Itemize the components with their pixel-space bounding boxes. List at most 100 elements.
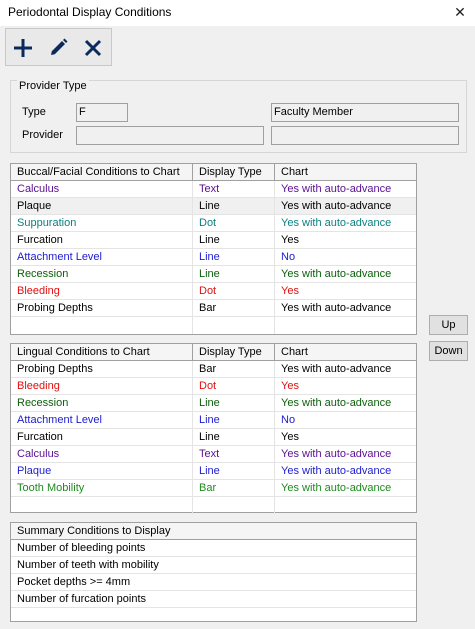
chart-cell: Yes with auto-advance	[281, 183, 392, 195]
empty-cell	[275, 497, 416, 514]
list-item[interactable]: Number of teeth with mobility	[11, 557, 416, 574]
summary-condition-cell: Number of bleeding points	[17, 542, 146, 554]
condition-cell: Furcation	[11, 429, 193, 445]
table-row[interactable]: Attachment Level Line No	[11, 412, 416, 429]
display-type-cell: Dot	[193, 378, 275, 394]
empty-cell	[193, 497, 275, 514]
title-bar: Periodontal Display Conditions ✕	[0, 0, 475, 26]
column-header[interactable]: Display Type	[193, 344, 275, 360]
table-row[interactable]: Bleeding Dot Yes	[11, 378, 416, 395]
down-button[interactable]: Down	[429, 341, 468, 361]
grid-header: Summary Conditions to Display	[11, 523, 416, 540]
condition-cell: Attachment Level	[11, 412, 193, 428]
table-row[interactable]: Plaque Line Yes with auto-advance	[11, 198, 416, 215]
column-header[interactable]: Display Type	[193, 164, 275, 180]
lingual-conditions-grid[interactable]: Lingual Conditions to Chart Display Type…	[10, 343, 417, 514]
type-label: Type	[22, 106, 46, 118]
close-button[interactable]: ✕	[445, 0, 475, 24]
table-row[interactable]: Bleeding Dot Yes	[11, 283, 416, 300]
add-button[interactable]	[8, 34, 38, 62]
chart-cell: Yes with auto-advance	[281, 465, 392, 477]
display-type-cell: Line	[193, 232, 275, 248]
column-header[interactable]: Buccal/Facial Conditions to Chart	[11, 164, 193, 180]
buccal-conditions-grid[interactable]: Buccal/Facial Conditions to Chart Displa…	[10, 163, 417, 335]
chart-cell: No	[281, 251, 296, 263]
table-row[interactable]: Furcation Line Yes	[11, 232, 416, 249]
list-item[interactable]: Number of furcation points	[11, 591, 416, 608]
table-row[interactable]: Recession Line Yes with auto-advance	[11, 266, 416, 283]
display-type-cell: Line	[193, 249, 275, 265]
grid-header: Lingual Conditions to Chart Display Type…	[11, 344, 416, 361]
x-icon	[84, 39, 102, 57]
display-type-cell: Text	[193, 446, 275, 462]
type-description-field: Faculty Member	[271, 103, 459, 122]
summary-condition-cell: Number of furcation points	[17, 593, 147, 605]
empty-cell	[11, 317, 193, 334]
type-field[interactable]: F	[76, 103, 128, 122]
column-header[interactable]: Summary Conditions to Display	[11, 523, 416, 539]
table-row[interactable]: Tooth Mobility Bar Yes with auto-advance	[11, 480, 416, 497]
display-type-cell: Bar	[193, 480, 275, 496]
chart-cell: Yes with auto-advance	[281, 363, 392, 375]
grid-header: Buccal/Facial Conditions to Chart Displa…	[11, 164, 416, 181]
pencil-icon	[51, 38, 68, 55]
provider-type-group: Provider Type Type F Faculty Member Prov…	[10, 80, 467, 153]
provider-field[interactable]	[76, 126, 264, 145]
list-item[interactable]: Number of bleeding points	[11, 540, 416, 557]
display-type-cell: Dot	[193, 215, 275, 231]
summary-conditions-grid[interactable]: Summary Conditions to Display Number of …	[10, 522, 417, 622]
up-button[interactable]: Up	[429, 315, 468, 335]
empty-cell	[275, 317, 416, 334]
condition-cell: Bleeding	[11, 378, 193, 394]
chart-cell: Yes with auto-advance	[281, 482, 392, 494]
table-row[interactable]: Recession Line Yes with auto-advance	[11, 395, 416, 412]
display-type-cell: Line	[193, 463, 275, 479]
table-row[interactable]: Plaque Line Yes with auto-advance	[11, 463, 416, 480]
lingual-rows: Probing Depths Bar Yes with auto-advance Bl…	[11, 361, 416, 514]
table-row[interactable]: Suppuration Dot Yes with auto-advance	[11, 215, 416, 232]
table-row[interactable]: Probing Depths Bar Yes with auto-advance	[11, 300, 416, 317]
plus-icon	[14, 39, 32, 57]
display-type-cell: Text	[193, 181, 275, 197]
condition-cell: Calculus	[11, 446, 193, 462]
display-type-cell: Line	[193, 266, 275, 282]
chart-cell: No	[281, 414, 296, 426]
summary-rows: Number of bleeding points Number of teeth…	[11, 540, 416, 608]
display-type-cell: Line	[193, 198, 275, 214]
condition-cell: Tooth Mobility	[11, 480, 193, 496]
display-type-cell: Line	[193, 412, 275, 428]
empty-cell	[11, 497, 193, 514]
close-icon: ✕	[454, 3, 466, 20]
delete-button[interactable]	[78, 34, 108, 62]
table-row[interactable]: Calculus Text Yes with auto-advance	[11, 446, 416, 463]
provider-type-legend: Provider Type	[17, 80, 89, 92]
column-header[interactable]: Lingual Conditions to Chart	[11, 344, 193, 360]
condition-cell: Suppuration	[11, 215, 193, 231]
table-row[interactable]: Calculus Text Yes with auto-advance	[11, 181, 416, 198]
display-type-cell: Line	[193, 429, 275, 445]
column-header[interactable]: Chart	[275, 344, 416, 360]
list-item[interactable]: Pocket depths >= 4mm	[11, 574, 416, 591]
chart-cell: Yes with auto-advance	[281, 217, 392, 229]
table-row[interactable]: Furcation Line Yes	[11, 429, 416, 446]
edit-button[interactable]	[43, 34, 73, 62]
condition-cell: Recession	[11, 395, 193, 411]
table-row[interactable]: Probing Depths Bar Yes with auto-advance	[11, 361, 416, 378]
chart-cell: Yes with auto-advance	[281, 200, 392, 212]
toolbar	[5, 28, 112, 66]
condition-cell: Probing Depths	[11, 300, 193, 316]
condition-cell: Calculus	[11, 181, 193, 197]
chart-cell: Yes	[281, 380, 299, 392]
provider-description-field	[271, 126, 459, 145]
condition-cell: Plaque	[11, 463, 193, 479]
display-type-cell: Bar	[193, 300, 275, 316]
chart-cell: Yes with auto-advance	[281, 268, 392, 280]
empty-row	[11, 317, 416, 334]
empty-cell	[193, 317, 275, 334]
summary-condition-cell: Number of teeth with mobility	[17, 559, 159, 571]
condition-cell: Attachment Level	[11, 249, 193, 265]
table-row[interactable]: Attachment Level Line No	[11, 249, 416, 266]
column-header[interactable]: Chart	[275, 164, 416, 180]
chart-cell: Yes	[281, 285, 299, 297]
chart-cell: Yes	[281, 431, 299, 443]
